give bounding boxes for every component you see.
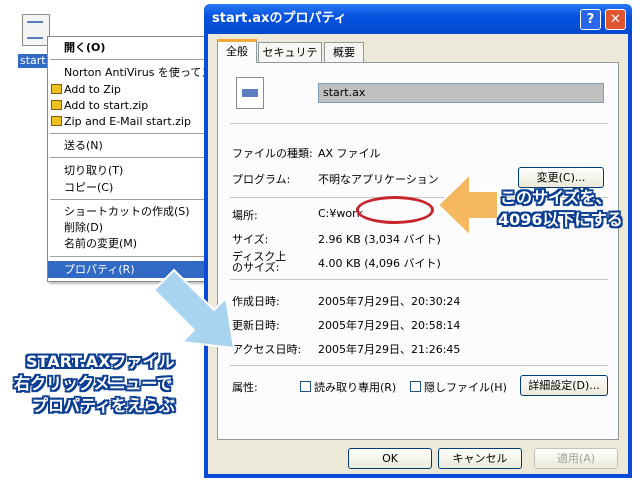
dialog-title: start.axのプロパティ [212,11,347,26]
tab-general[interactable]: 全般 [217,39,257,63]
accessed-label: アクセス日時: [232,343,302,356]
size-label: サイズ: [232,233,269,246]
file-type-icon [236,77,264,109]
program-value: 不明なアプリケーション [318,173,439,186]
menu-item-add-to-zip[interactable]: Add to Zip [48,81,218,98]
created-value: 2005年7月29日、20:30:24 [318,295,461,308]
size-callout-line2: 4096以下にする [498,210,623,229]
desktop-file-icon[interactable] [22,14,50,46]
size-highlight-ellipse [356,196,434,224]
properties-dialog: start.axのプロパティ ? ✕ 全般 セキュリティ 概要 start.ax… [204,4,632,478]
program-label: プログラム: [232,173,291,186]
menu-item-norton[interactable]: Norton AntiVirus を使ってスキャン [48,64,218,81]
accessed-value: 2005年7月29日、21:26:45 [318,343,461,356]
menu-item-rename[interactable]: 名前の変更(M) [48,235,218,252]
instruction-callout-line2: 右クリックメニューで [14,374,173,393]
ok-button[interactable]: OK [348,448,432,469]
title-bar[interactable]: start.axのプロパティ ? ✕ [204,4,632,34]
menu-separator [50,157,216,158]
size-callout-line1: このサイズを、 [500,188,612,207]
zip-icon [51,100,62,110]
readonly-checkbox[interactable] [300,381,311,392]
readonly-label[interactable]: 読み取り専用(R) [314,379,396,395]
advanced-button[interactable]: 詳細設定(D)... [520,375,608,396]
menu-item-add-to-start-zip[interactable]: Add to start.zip [48,97,218,114]
file-name-field[interactable]: start.ax [318,83,604,103]
orange-arrow-icon [436,172,499,238]
menu-separator [50,59,216,60]
menu-item-copy[interactable]: コピー(C) [48,179,218,196]
menu-separator [50,256,216,257]
zip-icon [51,84,62,94]
apply-button[interactable]: 適用(A) [534,448,618,469]
menu-item-send-to[interactable]: 送る(N) [48,137,218,154]
type-value: AX ファイル [318,147,381,160]
attributes-label: 属性: [232,381,258,394]
divider [230,123,608,124]
location-label: 場所: [232,209,258,222]
menu-item-zip-email[interactable]: Zip and E-Mail start.zip [48,113,218,130]
tab-summary[interactable]: 概要 [324,42,364,62]
change-program-button[interactable]: 変更(C)... [518,167,604,188]
tab-security[interactable]: セキュリティ [258,42,322,79]
divider [230,279,608,280]
help-button[interactable]: ? [580,9,601,30]
size-value: 2.96 KB (3,034 バイト) [318,233,441,246]
general-panel: start.ax ファイルの種類: AX ファイル プログラム: 不明なアプリケ… [217,62,619,440]
menu-item-create-shortcut[interactable]: ショートカットの作成(S) [48,203,218,220]
type-label: ファイルの種類: [232,147,313,160]
context-menu: 開く(O) Norton AntiVirus を使ってスキャン Add to Z… [47,36,219,282]
menu-item-cut[interactable]: 切り取り(T) [48,162,218,179]
instruction-callout-line1: START.AXファイル [26,352,175,371]
close-button[interactable]: ✕ [605,9,626,30]
dialog-client: 全般 セキュリティ 概要 start.ax ファイルの種類: AX ファイル プ… [208,34,628,474]
divider [230,365,608,366]
blue-arrow-icon [152,268,236,350]
zip-icon [51,116,62,126]
menu-separator [50,133,216,134]
instruction-callout-line3: プロパティをえらぶ [32,396,176,415]
cancel-button[interactable]: キャンセル [438,448,522,469]
hidden-label[interactable]: 隠しファイル(H) [424,379,507,395]
modified-value: 2005年7月29日、20:58:14 [318,319,461,332]
menu-item-delete[interactable]: 削除(D) [48,219,218,236]
hidden-checkbox[interactable] [410,381,421,392]
disk-size-value: 4.00 KB (4,096 バイト) [318,257,441,270]
menu-item-open[interactable]: 開く(O) [48,39,218,56]
disk-size-label: ディスク上 のサイズ: [232,250,287,274]
menu-separator [50,199,216,200]
